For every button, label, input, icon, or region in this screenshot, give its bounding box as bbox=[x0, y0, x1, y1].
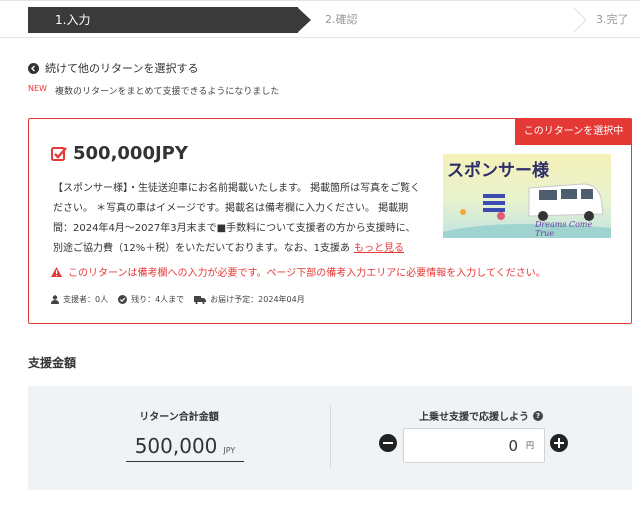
back-to-rewards-link[interactable]: 続けて他のリターンを選択する bbox=[28, 60, 198, 76]
remarks-warning: このリターンは備考欄への入力が必要です。ページ下部の備考入力エリアに必要情報を入… bbox=[51, 264, 546, 279]
remaining-count: 残り：4人まで bbox=[118, 294, 184, 305]
remaining-text: 残り：4人まで bbox=[131, 295, 185, 304]
extra-support-unit: 円 bbox=[526, 441, 534, 450]
total-amount-value: 500,000 bbox=[134, 434, 218, 458]
extra-support-input[interactable]: 0 円 bbox=[403, 428, 545, 463]
truck-icon bbox=[194, 295, 207, 304]
reward-card[interactable]: このリターンを選択中 500,000JPY 【スポンサー様】・生徒送迎車にお名前… bbox=[28, 118, 632, 324]
reward-price: 500,000JPY bbox=[73, 143, 188, 164]
support-amount-title: 支援金額 bbox=[28, 356, 77, 370]
notice-text: 複数のリターンをまとめて支援できるようになりました bbox=[54, 87, 280, 97]
total-amount-display: 500,000 JPY bbox=[126, 432, 244, 462]
reward-image: スポンサー様 Dreams Come True bbox=[443, 154, 611, 238]
supporters-text: 支援者：0人 bbox=[63, 295, 109, 304]
chevron-right-icon bbox=[573, 8, 587, 32]
extra-support-label-text: 上乗せ支援で応援しよう bbox=[419, 412, 529, 423]
step-3-label: 3.完了 bbox=[596, 13, 629, 26]
selected-badge: このリターンを選択中 bbox=[515, 118, 632, 145]
total-amount-label: リターン合計金額 bbox=[139, 412, 219, 423]
delivery-text: お届け予定：2024年04月 bbox=[210, 295, 305, 304]
help-icon[interactable]: ? bbox=[533, 410, 543, 421]
checkbox-checked-icon bbox=[51, 146, 67, 161]
back-link-label: 続けて他のリターンを選択する bbox=[45, 62, 199, 75]
new-feature-notice: NEW 複数のリターンをまとめて支援できるようになりました bbox=[28, 84, 279, 97]
reward-image-tagline: Dreams Come True bbox=[535, 220, 593, 238]
new-badge: NEW bbox=[28, 84, 47, 93]
supporters-count: 支援者：0人 bbox=[51, 294, 108, 305]
amount-panel: リターン合計金額 500,000 JPY 上乗せ支援で応援しよう ? 0 円 bbox=[28, 386, 632, 490]
chevron-left-circle-icon bbox=[28, 62, 39, 74]
increase-amount-button[interactable] bbox=[550, 434, 568, 452]
total-amount-unit: JPY bbox=[223, 446, 236, 455]
extra-support-label: 上乗せ支援で応援しよう ? bbox=[330, 408, 632, 423]
price-row: 500,000JPY bbox=[51, 143, 188, 164]
user-icon bbox=[51, 295, 59, 304]
warning-icon bbox=[51, 266, 62, 277]
decrease-amount-button[interactable] bbox=[379, 434, 397, 452]
step-1-label: 1.入力 bbox=[55, 13, 91, 27]
delivery-date: お届け予定：2024年04月 bbox=[194, 294, 305, 305]
reward-description: 【スポンサー様】・生徒送迎車にお名前掲載いたします。 掲載箇所は写真をご覧くださ… bbox=[53, 179, 423, 259]
check-circle-icon bbox=[118, 295, 128, 304]
extra-support-value: 0 bbox=[508, 436, 518, 455]
reward-meta: 支援者：0人 残り：4人まで お届け予定：2024年04月 bbox=[51, 294, 305, 305]
read-more-link[interactable]: もっと見る bbox=[354, 243, 404, 254]
progress-steps: 1.入力 2.確認 3.完了 bbox=[0, 0, 640, 38]
step-1-arrow bbox=[297, 7, 311, 33]
step-2-label: 2.確認 bbox=[325, 13, 358, 26]
warning-text: このリターンは備考欄への入力が必要です。ページ下部の備考入力エリアに必要情報を入… bbox=[68, 268, 546, 279]
